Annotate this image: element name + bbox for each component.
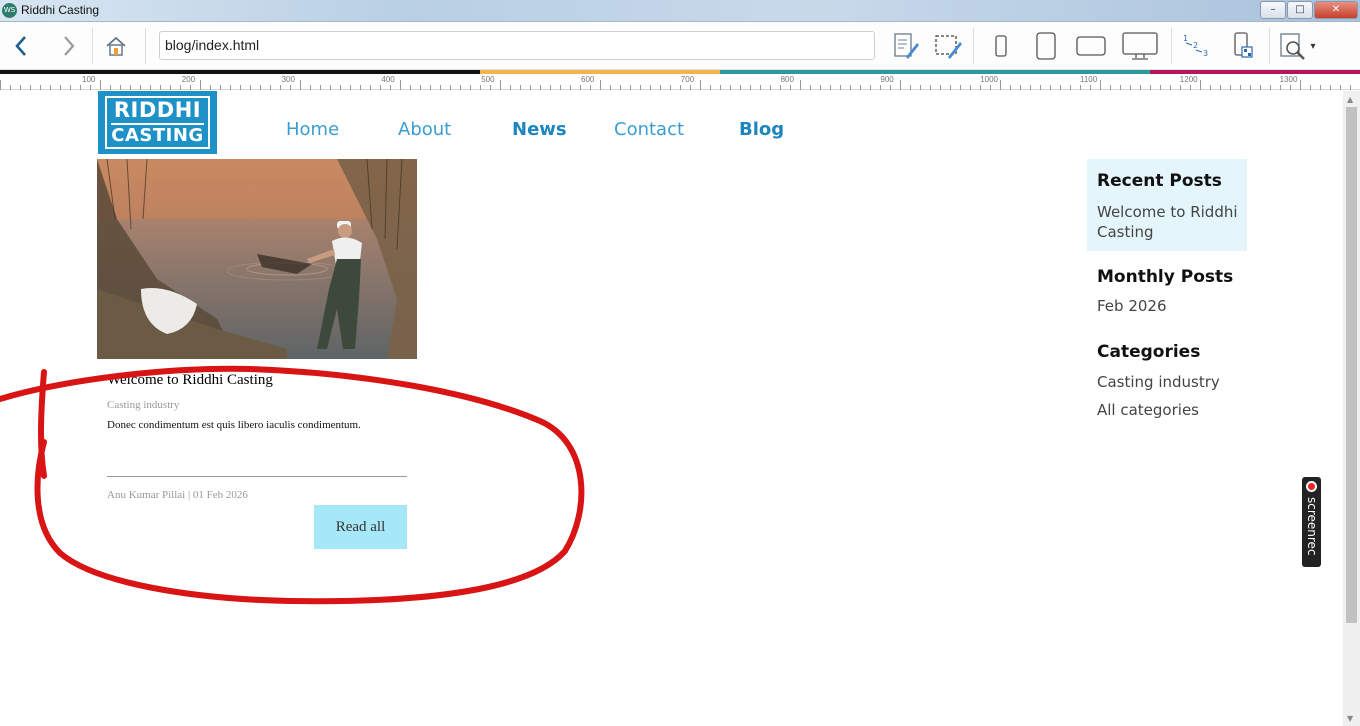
screenrec-label: screenrec [1305,497,1319,556]
close-button[interactable]: ✕ [1314,1,1358,19]
preview-zoom-button[interactable] [1276,22,1310,70]
nav-contact[interactable]: Contact [614,119,684,140]
record-icon [1306,481,1317,492]
edit-page-button[interactable] [889,22,923,70]
ruler-label: 1000 [980,75,998,84]
read-all-button[interactable]: Read all [314,505,407,549]
monthly-post-link[interactable]: Feb 2026 [1097,296,1167,316]
home-icon [106,36,126,56]
nav-news[interactable]: News [512,119,567,140]
tablet-landscape-button[interactable] [1073,22,1109,70]
window-title: Riddhi Casting [21,3,100,17]
ruler-label: 1200 [1179,75,1198,84]
category-link-casting[interactable]: Casting industry [1097,372,1220,392]
tablet-portrait-icon [1036,32,1056,60]
forward-arrow-icon [64,36,75,56]
page-preview: RIDDHI CASTING Home About News Contact B… [0,91,1343,726]
edit-page-icon [894,33,919,59]
nav-home[interactable]: Home [286,119,339,140]
url-input[interactable]: blog/index.html [159,31,875,60]
post-title[interactable]: Welcome to Riddhi Casting [107,372,273,389]
scroll-down-arrow[interactable]: ▼ [1347,714,1353,723]
forward-button[interactable] [54,22,84,70]
desktop-icon [1122,32,1158,60]
numbered-steps-button[interactable]: 1 2 3 [1179,22,1213,70]
mobile-qr-button[interactable] [1227,22,1259,70]
ruler-label: 500 [481,75,495,84]
maximize-button[interactable]: □ [1287,1,1313,19]
svg-text:3: 3 [1203,49,1208,58]
screenrec-widget[interactable]: screenrec [1302,477,1321,567]
preview-dropdown-arrow[interactable]: ▾ [1306,22,1320,70]
phone-portrait-button[interactable] [988,22,1014,70]
ruler: 100 200 300 400 500 600 700 800 900 1000 1100 1200 1… [0,74,1360,90]
post-meta: Anu Kumar Pillai | 01 Feb 2026 [107,489,248,501]
categories-heading: Categories [1097,342,1201,362]
ruler-label: 900 [880,75,894,84]
post-divider [107,476,407,477]
recent-posts-heading: Recent Posts [1097,171,1222,191]
logo-line2: CASTING [111,123,204,146]
nav-about[interactable]: About [398,119,451,140]
category-link-all[interactable]: All categories [1097,400,1199,420]
ruler-label: 200 [181,75,196,84]
preview-zoom-icon [1280,33,1305,60]
minimize-button[interactable]: – [1260,1,1286,19]
tablet-portrait-button[interactable] [1031,22,1061,70]
app-logo-icon: WS [2,3,17,18]
back-button[interactable] [6,22,36,70]
ruler-label: 600 [581,75,595,84]
vertical-scrollbar[interactable]: ▲ ▼ [1343,91,1360,726]
toolbar: blog/index.html 1 2 3 ▾ [0,22,1360,70]
ruler-label: 700 [680,75,695,84]
tablet-landscape-icon [1076,36,1106,56]
back-arrow-icon [15,36,26,56]
svg-text:2: 2 [1193,41,1198,50]
logo-line1: RIDDHI [113,98,202,122]
select-edit-button[interactable] [931,22,965,70]
phone-portrait-icon [995,35,1007,57]
desktop-button[interactable] [1119,22,1161,70]
window-controls: – □ ✕ [1260,1,1358,19]
recent-post-link[interactable]: Welcome to Riddhi Casting [1097,202,1247,242]
post-category[interactable]: Casting industry [107,399,179,411]
ruler-label: 100 [82,75,96,84]
mobile-qr-icon [1234,32,1253,58]
post-image[interactable] [97,159,417,359]
nav-blog[interactable]: Blog [739,119,784,140]
monthly-posts-heading: Monthly Posts [1097,267,1234,287]
ruler-label: 1100 [1080,75,1098,84]
ruler-label: 1300 [1279,75,1298,84]
home-button[interactable] [101,22,131,70]
select-edit-icon [935,35,962,59]
svg-text:1: 1 [1183,34,1188,43]
post-excerpt: Donec condimentum est quis libero iaculi… [107,419,361,431]
numbered-steps-icon: 1 2 3 [1183,34,1208,58]
scroll-up-arrow[interactable]: ▲ [1347,95,1353,104]
ruler-label: 400 [381,75,395,84]
ruler-label: 800 [780,75,794,84]
site-logo[interactable]: RIDDHI CASTING [98,91,217,154]
ruler-label: 300 [281,75,295,84]
scroll-thumb[interactable] [1346,107,1357,623]
window-title-bar: WS Riddhi Casting – □ ✕ [0,0,1360,22]
